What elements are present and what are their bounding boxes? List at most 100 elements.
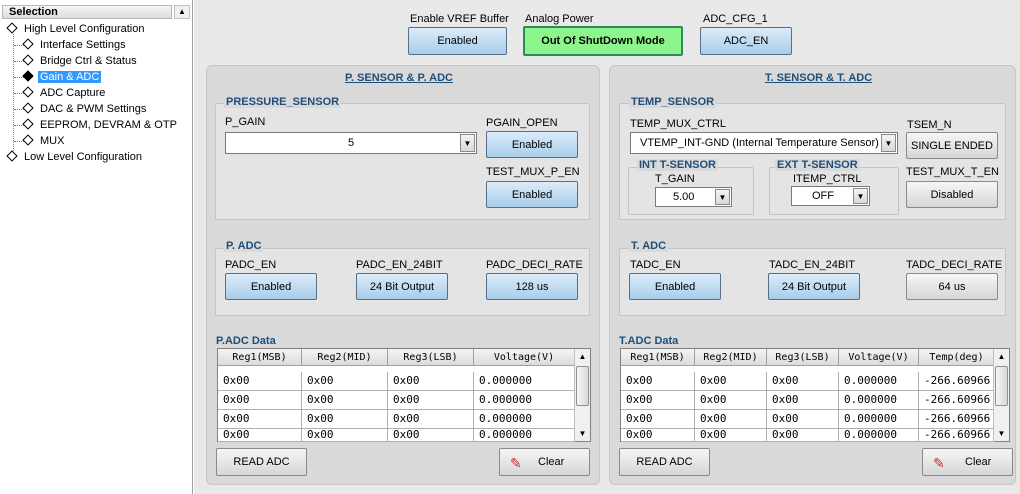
t-clear-button[interactable]: ✎ Clear [922,448,1013,476]
tree-item-dac-pwm[interactable]: DAC & PWM Settings [22,102,148,117]
scroll-down-icon[interactable]: ▼ [994,426,1009,441]
chevron-down-icon[interactable]: ▼ [715,189,730,205]
column-header[interactable]: Voltage(V) [474,349,575,366]
table-cell[interactable]: 0x00 [621,410,695,429]
test-mux-t-button[interactable]: Disabled [906,181,998,208]
tree-node-icon [22,118,34,130]
pressure-panel: P. SENSOR & P. ADC PRESSURE_SENSOR P_GAI… [206,65,600,485]
scroll-thumb[interactable] [995,366,1008,406]
scroll-up-icon[interactable]: ▲ [994,349,1009,364]
tadc-24bit-button[interactable]: 24 Bit Output [768,273,860,300]
table-cell[interactable]: 0x00 [695,429,767,442]
table-cell[interactable]: 0x00 [695,391,767,410]
table-cell[interactable]: 0x00 [302,372,388,391]
p-gain-select[interactable]: 5 ▼ [225,132,477,154]
tree-item-eeprom[interactable]: EEPROM, DEVRAM & OTP [22,118,179,133]
t-read-adc-button[interactable]: READ ADC [619,448,710,476]
analog-power-button[interactable]: Out Of ShutDown Mode [523,26,683,56]
tree-item-low-level[interactable]: Low Level Configuration [6,150,144,165]
t-gain-select[interactable]: 5.00 ▼ [655,187,732,207]
scroll-up-icon[interactable]: ▲ [575,349,590,364]
column-header[interactable]: Reg3(LSB) [767,349,839,366]
column-header[interactable]: Reg1(MSB) [621,349,695,366]
table-cell[interactable]: 0x00 [621,372,695,391]
analog-power-label: Analog Power [525,13,594,25]
table-cell[interactable]: -266.60966 [919,429,995,442]
table-cell[interactable]: 0x00 [767,372,839,391]
padc-en-button[interactable]: Enabled [225,273,317,300]
column-header[interactable]: Reg2(MID) [695,349,767,366]
t-adc-group-title: T. ADC [629,240,669,252]
p-adc-data-table: Reg1(MSB) Reg2(MID) Reg3(LSB) Voltage(V)… [217,348,591,442]
temp-mux-select[interactable]: VTEMP_INT-GND (Internal Temperature Sens… [630,132,898,154]
table-cell[interactable]: 0x00 [218,429,302,442]
table-cell[interactable]: 0x00 [767,429,839,442]
table-cell[interactable]: 0.000000 [839,391,919,410]
table-cell[interactable]: 0x00 [695,372,767,391]
adc-cfg-button[interactable]: ADC_EN [700,27,792,55]
chevron-down-icon[interactable]: ▼ [853,188,868,204]
table-cell[interactable]: -266.60966 [919,391,995,410]
table-cell[interactable]: 0.000000 [474,391,575,410]
table-scrollbar[interactable]: ▲ ▼ [574,349,590,441]
test-mux-p-button[interactable]: Enabled [486,181,578,208]
eraser-icon: ✎ [510,455,522,471]
table-cell[interactable]: 0.000000 [474,429,575,442]
table-cell[interactable]: 0.000000 [839,429,919,442]
table-cell[interactable]: -266.60966 [919,410,995,429]
pgain-open-button[interactable]: Enabled [486,131,578,158]
table-cell[interactable]: 0.000000 [474,372,575,391]
column-header[interactable]: Temp(deg) [919,349,995,366]
chevron-down-icon[interactable]: ▼ [881,134,896,152]
table-cell[interactable]: 0x00 [388,410,474,429]
tree-node-icon [6,150,18,162]
table-cell[interactable]: 0x00 [388,391,474,410]
column-header[interactable]: Reg1(MSB) [218,349,302,366]
table-cell[interactable]: 0.000000 [839,372,919,391]
table-cell[interactable]: 0x00 [302,429,388,442]
padc-deci-button[interactable]: 128 us [486,273,578,300]
column-header[interactable]: Reg2(MID) [302,349,388,366]
tree-item-adc-capture[interactable]: ADC Capture [22,86,107,101]
table-cell[interactable]: 0x00 [621,391,695,410]
t-gain-label: T_GAIN [655,173,695,185]
table-cell[interactable]: 0x00 [302,391,388,410]
chevron-down-icon[interactable]: ▼ [460,134,475,152]
scroll-down-icon[interactable]: ▼ [575,426,590,441]
tree-item-high-level[interactable]: High Level Configuration [6,22,146,37]
tree-item-bridge-ctrl[interactable]: Bridge Ctrl & Status [22,54,139,69]
table-cell[interactable]: 0x00 [388,429,474,442]
table-cell[interactable]: 0x00 [218,372,302,391]
tsem-n-button[interactable]: SINGLE ENDED [906,132,998,159]
p-read-adc-button[interactable]: READ ADC [216,448,307,476]
table-cell[interactable]: 0.000000 [474,410,575,429]
tree-item-gain-adc[interactable]: Gain & ADC [22,70,102,85]
table-scrollbar[interactable]: ▲ ▼ [993,349,1009,441]
tadc-en-button[interactable]: Enabled [629,273,721,300]
table-cell[interactable]: 0x00 [388,372,474,391]
tree-node-icon [22,54,34,66]
itemp-ctrl-select[interactable]: OFF ▼ [791,186,870,206]
main-content: Enable VREF Buffer Enabled Analog Power … [194,0,1020,494]
scroll-thumb[interactable] [576,366,589,406]
table-cell[interactable]: 0x00 [302,410,388,429]
temp-sensor-group-title: TEMP_SENSOR [629,96,717,108]
tree-node-selected-icon [22,70,34,82]
p-clear-button[interactable]: ✎ Clear [499,448,590,476]
table-cell[interactable]: 0x00 [218,391,302,410]
table-cell[interactable]: 0.000000 [839,410,919,429]
tree-item-mux[interactable]: MUX [22,134,66,149]
table-cell[interactable]: 0x00 [767,391,839,410]
table-cell[interactable]: -266.60966 [919,372,995,391]
column-header[interactable]: Voltage(V) [839,349,919,366]
scroll-up-icon[interactable]: ▲ [174,5,190,19]
table-cell[interactable]: 0x00 [695,410,767,429]
vref-buffer-button[interactable]: Enabled [408,27,507,55]
padc-24bit-button[interactable]: 24 Bit Output [356,273,448,300]
table-cell[interactable]: 0x00 [218,410,302,429]
column-header[interactable]: Reg3(LSB) [388,349,474,366]
tadc-deci-button[interactable]: 64 us [906,273,998,300]
table-cell[interactable]: 0x00 [767,410,839,429]
tree-item-interface-settings[interactable]: Interface Settings [22,38,128,53]
table-cell[interactable]: 0x00 [621,429,695,442]
